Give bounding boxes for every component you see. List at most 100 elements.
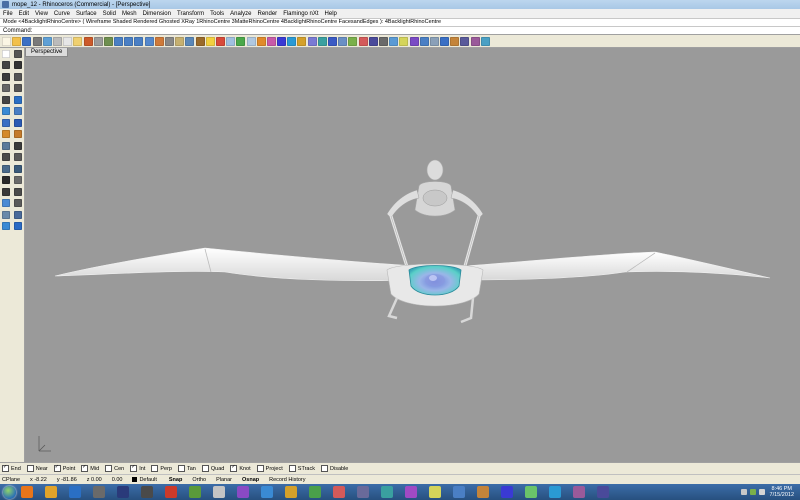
app-icon[interactable] bbox=[261, 486, 273, 498]
copy-icon[interactable] bbox=[63, 36, 73, 46]
rendered-icon[interactable] bbox=[236, 36, 246, 46]
ghosted-icon[interactable] bbox=[246, 36, 256, 46]
material-icon[interactable] bbox=[256, 36, 266, 46]
menu-tools[interactable]: Tools bbox=[210, 11, 224, 17]
analyze-icon[interactable] bbox=[2, 222, 10, 231]
osnap-checkbox[interactable] bbox=[105, 465, 113, 472]
osnap-cen[interactable]: Cen bbox=[105, 465, 124, 472]
zoom-window-icon[interactable] bbox=[124, 36, 134, 46]
boolean-icon[interactable] bbox=[2, 130, 10, 139]
app-icon[interactable] bbox=[405, 486, 417, 498]
app-icon[interactable] bbox=[597, 486, 609, 498]
save-icon[interactable] bbox=[22, 36, 32, 46]
media-player-icon[interactable] bbox=[69, 486, 81, 498]
mirror-icon[interactable] bbox=[14, 153, 22, 162]
menu-file[interactable]: File bbox=[3, 11, 13, 17]
undo-icon[interactable] bbox=[83, 36, 93, 46]
osnap-perp[interactable]: Perp bbox=[151, 465, 172, 472]
app-icon[interactable] bbox=[477, 486, 489, 498]
paste-icon[interactable] bbox=[73, 36, 83, 46]
osnap-checkbox[interactable] bbox=[177, 465, 185, 472]
osnap-disable[interactable]: Disable bbox=[321, 465, 348, 472]
osnap-near[interactable]: Near bbox=[26, 465, 48, 472]
dimension-icon[interactable] bbox=[2, 199, 10, 208]
point-icon[interactable] bbox=[14, 49, 22, 58]
light-icon[interactable] bbox=[205, 36, 215, 46]
zebra-icon[interactable] bbox=[368, 36, 378, 46]
menu-curve[interactable]: Curve bbox=[54, 11, 70, 17]
render-icon[interactable] bbox=[14, 222, 22, 231]
curve-icon[interactable] bbox=[14, 61, 22, 70]
import-icon[interactable] bbox=[42, 36, 52, 46]
help-icon[interactable] bbox=[338, 36, 348, 46]
explorer-icon[interactable] bbox=[45, 486, 57, 498]
render-window-icon[interactable] bbox=[317, 36, 327, 46]
zoom-icon[interactable] bbox=[114, 36, 124, 46]
app-icon[interactable] bbox=[309, 486, 321, 498]
transform-icon[interactable] bbox=[2, 141, 10, 150]
menu-surface[interactable]: Surface bbox=[76, 11, 97, 17]
rhino-icon[interactable] bbox=[141, 486, 153, 498]
app-icon[interactable] bbox=[501, 486, 513, 498]
app-icon[interactable] bbox=[213, 486, 225, 498]
osnap-checkbox[interactable] bbox=[201, 465, 209, 472]
osnap-checkbox[interactable] bbox=[130, 464, 138, 472]
layer-icon[interactable] bbox=[175, 36, 185, 46]
osnap-checkbox[interactable] bbox=[321, 465, 328, 472]
osnap-point[interactable]: Point bbox=[53, 464, 75, 472]
app-icon[interactable] bbox=[525, 486, 537, 498]
app-icon[interactable] bbox=[357, 486, 369, 498]
pane-ortho[interactable]: Ortho bbox=[190, 477, 208, 483]
sphere-icon[interactable] bbox=[277, 36, 287, 46]
app-icon[interactable] bbox=[285, 486, 297, 498]
zoom-selected-icon[interactable] bbox=[144, 36, 154, 46]
texture-icon[interactable] bbox=[266, 36, 276, 46]
select-icon[interactable] bbox=[2, 49, 10, 58]
dimension-icon[interactable] bbox=[389, 36, 399, 46]
trim-icon[interactable] bbox=[2, 187, 10, 196]
freeform-icon[interactable] bbox=[14, 95, 22, 104]
menu-edit[interactable]: Edit bbox=[19, 11, 29, 17]
cut-icon[interactable] bbox=[52, 36, 62, 46]
app-icon[interactable] bbox=[333, 486, 345, 498]
raytrace-icon[interactable] bbox=[307, 36, 317, 46]
rotate-icon[interactable] bbox=[14, 164, 22, 173]
polygon-icon[interactable] bbox=[2, 95, 10, 104]
zbrush-icon[interactable] bbox=[93, 486, 105, 498]
fillet-icon[interactable] bbox=[14, 130, 22, 139]
app-icon[interactable] bbox=[165, 486, 177, 498]
command-input[interactable] bbox=[35, 27, 800, 34]
new-icon[interactable] bbox=[2, 36, 11, 46]
group-icon[interactable] bbox=[14, 210, 22, 219]
pane-snap[interactable]: Snap bbox=[167, 477, 184, 483]
osnap-knot[interactable]: Knot bbox=[230, 464, 251, 472]
options-icon[interactable] bbox=[328, 36, 337, 46]
menu-transform[interactable]: Transform bbox=[177, 11, 204, 17]
osnap-checkbox[interactable] bbox=[26, 465, 34, 472]
osnap-project[interactable]: Project bbox=[256, 465, 283, 472]
osnap-checkbox[interactable] bbox=[256, 465, 264, 472]
arc-icon[interactable] bbox=[14, 72, 22, 81]
block-icon[interactable] bbox=[2, 210, 10, 219]
osnap-checkbox[interactable] bbox=[53, 464, 61, 472]
open-icon[interactable] bbox=[12, 36, 22, 46]
text-icon[interactable] bbox=[14, 199, 22, 208]
surface-icon[interactable] bbox=[2, 107, 10, 116]
menu-render[interactable]: Render bbox=[258, 11, 278, 17]
pane-record-history[interactable]: Record History bbox=[267, 477, 307, 483]
rectangle-icon[interactable] bbox=[14, 84, 22, 93]
zoom-extents-icon[interactable] bbox=[134, 36, 144, 46]
polyline-icon[interactable] bbox=[2, 61, 10, 70]
render-icon[interactable] bbox=[215, 36, 225, 46]
camera-icon[interactable] bbox=[378, 36, 388, 46]
tray-volume-icon[interactable] bbox=[758, 489, 765, 495]
app-icon[interactable] bbox=[381, 486, 393, 498]
sphere-icon[interactable] bbox=[14, 118, 22, 127]
osnap-checkbox[interactable] bbox=[230, 464, 238, 472]
menu-mesh[interactable]: Mesh bbox=[122, 11, 137, 17]
shaded-icon[interactable] bbox=[226, 36, 236, 46]
taskbar-clock[interactable]: 8:46 PM 7/15/2012 bbox=[770, 486, 794, 498]
layout-icon[interactable] bbox=[419, 36, 429, 46]
osnap-checkbox[interactable] bbox=[2, 464, 9, 472]
circle-icon[interactable] bbox=[2, 72, 10, 81]
